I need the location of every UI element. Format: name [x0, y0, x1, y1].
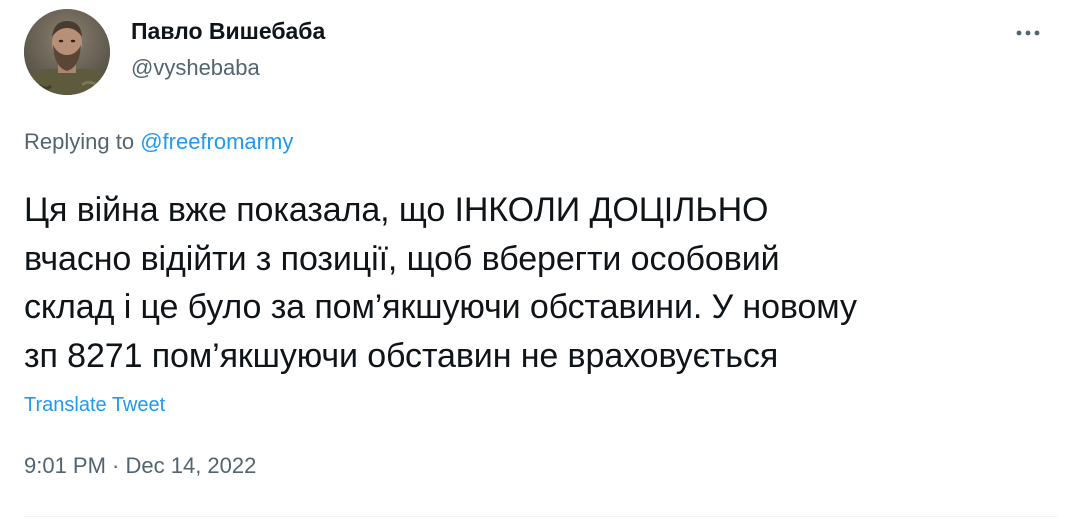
- tweet-timestamp: 9:01 PM · Dec 14, 2022: [24, 451, 256, 481]
- tweet-time-link[interactable]: 9:01 PM: [24, 453, 106, 478]
- replying-to: Replying to @freefromarmy: [24, 127, 293, 157]
- replying-to-label: Replying to: [24, 129, 141, 154]
- tweet-text-line: склад і це було за пом’якшуючи обставини…: [24, 288, 857, 326]
- avatar-photo-icon: [24, 9, 110, 95]
- avatar[interactable]: [24, 9, 110, 95]
- timestamp-separator: ·: [105, 453, 126, 478]
- more-horizontal-icon: [1016, 30, 1040, 36]
- tweet-text-line: зп 8271 пом’якшуючи обставин не враховує…: [24, 336, 779, 375]
- more-options-button[interactable]: [1004, 18, 1052, 48]
- tweet-text-line: Ця війна вже показала, що ІНКОЛИ ДОЦІЛЬН…: [24, 191, 769, 229]
- author-handle[interactable]: @vyshebaba: [131, 54, 260, 82]
- reply-mention-link[interactable]: @freefromarmy: [140, 129, 293, 154]
- tweet-card: Павло Вишебаба @vyshebaba Replying to @f…: [0, 0, 1082, 522]
- tweet-text-line: вчасно відійти з позиції, щоб вберегти о…: [24, 239, 780, 278]
- translate-tweet-link[interactable]: Translate Tweet: [24, 392, 165, 418]
- tweet-text: Ця війна вже показала, що ІНКОЛИ ДОЦІЛЬН…: [24, 186, 1054, 380]
- divider: [24, 516, 1058, 517]
- author-display-name[interactable]: Павло Вишебаба: [131, 17, 325, 45]
- tweet-date-link[interactable]: Dec 14, 2022: [126, 453, 257, 478]
